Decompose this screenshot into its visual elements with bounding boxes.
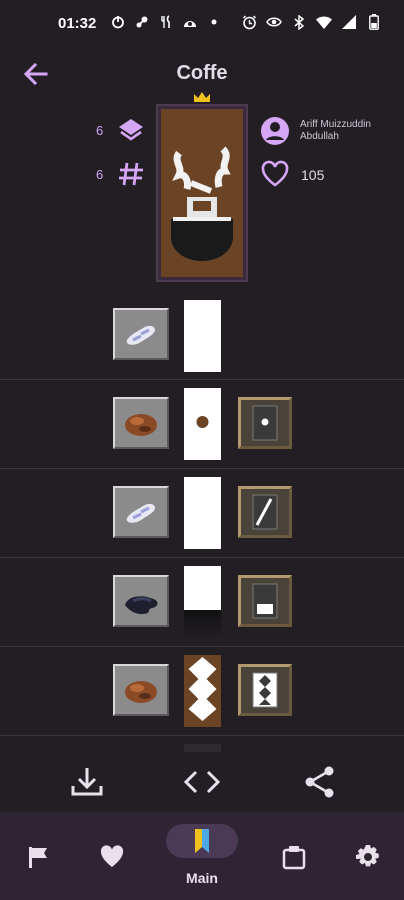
- brown-dye-icon: [125, 414, 157, 436]
- wifi-icon: [316, 14, 332, 30]
- download-icon[interactable]: [69, 764, 105, 800]
- eye-icon: [266, 14, 282, 30]
- nav-item-favorites[interactable]: [72, 812, 152, 900]
- diagonal-pattern-icon: [252, 494, 278, 530]
- dye-slot: [113, 575, 169, 627]
- dye-slot: [113, 486, 169, 538]
- dye-slot: [113, 308, 169, 360]
- step-preview: [184, 744, 221, 752]
- flag-icon: [29, 847, 47, 868]
- app-icon: [182, 14, 198, 30]
- steps-list[interactable]: [0, 292, 404, 752]
- nav-item-main[interactable]: Main: [162, 812, 242, 900]
- heart-outline-icon[interactable]: [260, 160, 290, 188]
- pattern-slot: [238, 575, 292, 627]
- step-preview: [184, 655, 221, 727]
- dye-slot: [113, 664, 169, 716]
- step-preview: [184, 300, 221, 372]
- zigzag-border-pattern-icon: [252, 672, 278, 708]
- divider: [0, 735, 404, 736]
- bottom-navigation: Main: [0, 812, 404, 900]
- clipboard-icon: [282, 846, 306, 870]
- code-icon[interactable]: [182, 764, 222, 800]
- crown-icon: [194, 92, 210, 102]
- brown-dye-icon: [125, 681, 157, 703]
- alarm-icon: [241, 14, 257, 30]
- list-item: [0, 647, 404, 735]
- app-bar: Coffe: [0, 52, 404, 96]
- dye-slot: [113, 397, 169, 449]
- status-bar: 01:32: [0, 0, 404, 50]
- step-preview: [184, 477, 221, 549]
- page-title: Coffe: [176, 62, 228, 84]
- bottom-stripe-pattern-icon: [252, 583, 278, 619]
- steam-icon: [134, 14, 150, 30]
- circle-pattern-icon: [252, 405, 278, 441]
- status-time: 01:32: [58, 15, 97, 32]
- status-right-icons: [241, 14, 382, 30]
- status-left-icons: [110, 14, 222, 30]
- account-icon: [261, 117, 289, 145]
- dot-icon: [206, 14, 222, 30]
- layers-icon: [119, 119, 143, 141]
- action-bar: [0, 752, 404, 812]
- nav-item-settings[interactable]: [328, 812, 404, 900]
- list-item: [0, 469, 404, 557]
- list-item: [0, 558, 404, 646]
- nav-item-clipboard[interactable]: [254, 812, 334, 900]
- step-preview: [184, 566, 221, 638]
- heart-icon: [100, 845, 124, 867]
- restaurant-icon: [158, 14, 174, 30]
- white-dye-icon: [126, 325, 155, 345]
- pattern-slot: [238, 486, 292, 538]
- list-item: [0, 380, 404, 468]
- battery-icon: [366, 14, 382, 30]
- bluetooth-icon: [291, 14, 307, 30]
- nav-item-flag[interactable]: [0, 812, 78, 900]
- share-icon[interactable]: [302, 764, 338, 800]
- signal-icon: [341, 14, 357, 30]
- author-name[interactable]: Ariff Muizzuddin Abdullah: [300, 119, 390, 143]
- patterns-count: 6: [96, 167, 104, 182]
- nav-label-main: Main: [186, 870, 218, 886]
- white-dye-icon: [126, 503, 155, 523]
- black-dye-icon: [125, 596, 158, 615]
- likes-count: 105: [301, 167, 325, 183]
- settings-icon: [356, 845, 379, 867]
- layers-count: 6: [96, 123, 104, 138]
- power-icon: [110, 14, 126, 30]
- pattern-slot: [238, 664, 292, 716]
- banner-preview[interactable]: [156, 104, 248, 282]
- step-preview: [184, 388, 221, 460]
- hash-icon: [119, 162, 143, 186]
- list-item: [0, 292, 404, 380]
- banner-image: [161, 109, 243, 277]
- pattern-slot: [238, 397, 292, 449]
